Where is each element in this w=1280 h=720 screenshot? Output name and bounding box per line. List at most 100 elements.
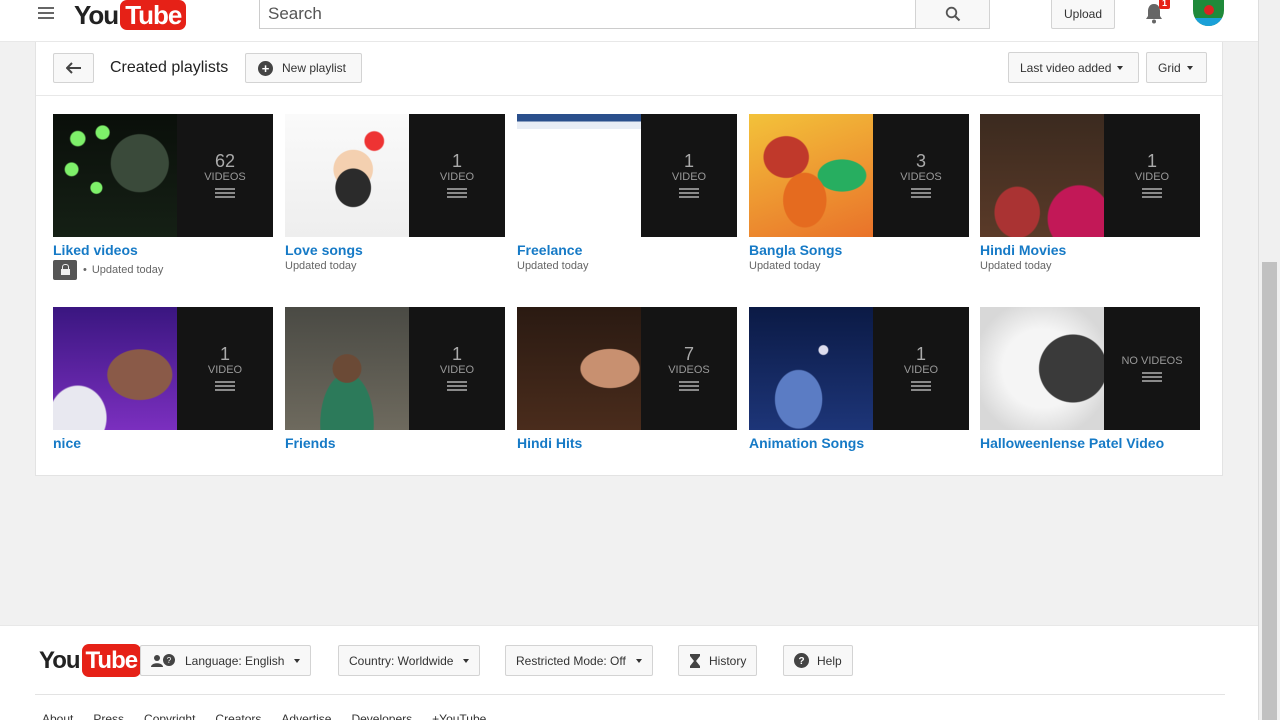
playlist-lines-icon [1142,371,1162,384]
playlist-title[interactable]: Friends [285,435,505,451]
add-circle-icon: + [258,60,273,76]
playlist-lines-icon [911,187,931,200]
scrollbar-thumb[interactable] [1262,262,1277,720]
page-scrollbar[interactable] [1258,0,1280,720]
help-label: Help [817,653,842,668]
new-playlist-button[interactable]: + New playlist [245,53,362,83]
video-count-overlay: 1 VIDEO [641,114,737,237]
playlist-title[interactable]: Liked videos [53,242,273,258]
playlist-card[interactable]: 3 VIDEOS Bangla Songs Updated today [749,114,969,272]
thumbnail-image [517,307,641,430]
playlist-meta: Updated today [749,260,969,272]
updated-text: Updated today [749,260,821,272]
footer-link-plus-youtube[interactable]: +YouTube [432,712,486,720]
language-label: Language: English [185,653,285,668]
help-button[interactable]: ? Help [783,645,853,676]
playlist-thumbnail[interactable]: 3 VIDEOS [749,114,969,237]
footer-link-creators[interactable]: Creators [215,712,261,720]
playlist-card[interactable]: 1 VIDEO Love songs Updated today [285,114,505,272]
guide-menu-icon[interactable] [38,7,54,21]
country-picker-button[interactable]: Country: Worldwide [338,645,481,676]
footer-link-developers[interactable]: Developers [351,712,412,720]
thumbnail-image [980,307,1104,430]
updated-text: Updated today [91,264,164,276]
logo-you-text: You [74,0,119,30]
playlist-thumbnail[interactable]: 1 VIDEO [749,307,969,430]
playlist-thumbnail[interactable]: NO VIDEOS [980,307,1200,430]
updated-text: Updated today [285,260,357,272]
playlist-card[interactable]: 1 VIDEO nice [53,307,273,451]
youtube-logo[interactable]: You Tube [74,0,187,30]
playlist-thumbnail[interactable]: 62 VIDEOS [53,114,273,237]
caret-down-icon [635,658,642,663]
caret-down-icon [1186,65,1193,70]
sort-dropdown[interactable]: Last video added [1008,52,1139,83]
history-button[interactable]: History [678,645,758,676]
account-avatar[interactable] [1193,0,1224,26]
playlist-title[interactable]: Halloweenlense Patel Video [980,435,1200,451]
back-button[interactable] [53,53,94,83]
footer-link-advertise[interactable]: Advertise [281,712,331,720]
playlist-card[interactable]: 1 VIDEO Animation Songs [749,307,969,451]
playlist-title[interactable]: Love songs [285,242,505,258]
playlist-thumbnail[interactable]: 1 VIDEO [980,114,1200,237]
playlist-meta: Updated today [517,260,737,272]
section-title: Created playlists [110,59,229,76]
search-icon [945,6,960,22]
playlist-card[interactable]: 1 VIDEO Freelance Updated today [517,114,737,272]
country-label: Country: Worldwide [349,653,454,668]
panel-header: Created playlists + New playlist Last vi… [36,42,1222,96]
playlist-card[interactable]: NO VIDEOS Halloweenlense Patel Video [980,307,1200,451]
playlist-title[interactable]: Animation Songs [749,435,969,451]
playlist-title[interactable]: Hindi Movies [980,242,1200,258]
playlist-thumbnail[interactable]: 1 VIDEO [285,307,505,430]
thumbnail-image [980,114,1104,237]
caret-down-icon [294,658,301,663]
playlist-thumbnail[interactable]: 1 VIDEO [53,307,273,430]
playlist-lines-icon [215,380,235,393]
video-count-overlay: 1 VIDEO [873,307,969,430]
logo-tube-text: Tube [120,0,187,30]
playlist-lines-icon [1142,187,1162,200]
updated-text: Updated today [980,260,1052,272]
playlist-thumbnail[interactable]: 1 VIDEO [285,114,505,237]
thumbnail-image [749,114,873,237]
playlist-thumbnail[interactable]: 7 VIDEOS [517,307,737,430]
playlist-card[interactable]: 7 VIDEOS Hindi Hits [517,307,737,451]
caret-down-icon [463,658,470,663]
upload-button[interactable]: Upload [1051,0,1115,29]
search-button[interactable] [915,0,990,29]
playlist-lines-icon [911,380,931,393]
footer-youtube-logo[interactable]: You Tube [39,644,142,677]
history-label: History [709,653,747,668]
video-count-overlay: 1 VIDEO [1104,114,1200,237]
back-arrow-icon [65,62,81,74]
language-picker-button[interactable]: ? Language: English [140,645,312,676]
playlist-card[interactable]: 1 VIDEO Friends [285,307,505,451]
thumbnail-image [749,307,873,430]
caret-down-icon [1117,65,1124,70]
thumbnail-image [53,114,177,237]
playlist-title[interactable]: Hindi Hits [517,435,737,451]
restricted-mode-label: Restricted Mode: Off [516,653,626,668]
playlist-title[interactable]: Freelance [517,242,737,258]
footer-divider [35,694,1225,695]
playlist-card[interactable]: 62 VIDEOS Liked videos • Updated today [53,114,273,280]
playlist-title[interactable]: nice [53,435,273,451]
footer-link-press[interactable]: Press [93,712,124,720]
playlist-card[interactable]: 1 VIDEO Hindi Movies Updated today [980,114,1200,272]
footer-links: About Press Copyright Creators Advertise… [42,712,486,720]
playlist-lines-icon [679,187,699,200]
thumbnail-image [53,307,177,430]
video-count-overlay: 1 VIDEO [177,307,273,430]
footer-link-about[interactable]: About [42,712,73,720]
footer-link-copyright[interactable]: Copyright [144,712,195,720]
playlist-thumbnail[interactable]: 1 VIDEO [517,114,737,237]
footer: You Tube ? Language: English Country: Wo… [0,625,1258,720]
playlist-lines-icon [447,187,467,200]
playlist-title[interactable]: Bangla Songs [749,242,969,258]
thumbnail-image [285,307,409,430]
view-dropdown[interactable]: Grid [1146,52,1207,83]
search-input[interactable]: Search [259,0,916,29]
restricted-mode-button[interactable]: Restricted Mode: Off [505,645,653,676]
